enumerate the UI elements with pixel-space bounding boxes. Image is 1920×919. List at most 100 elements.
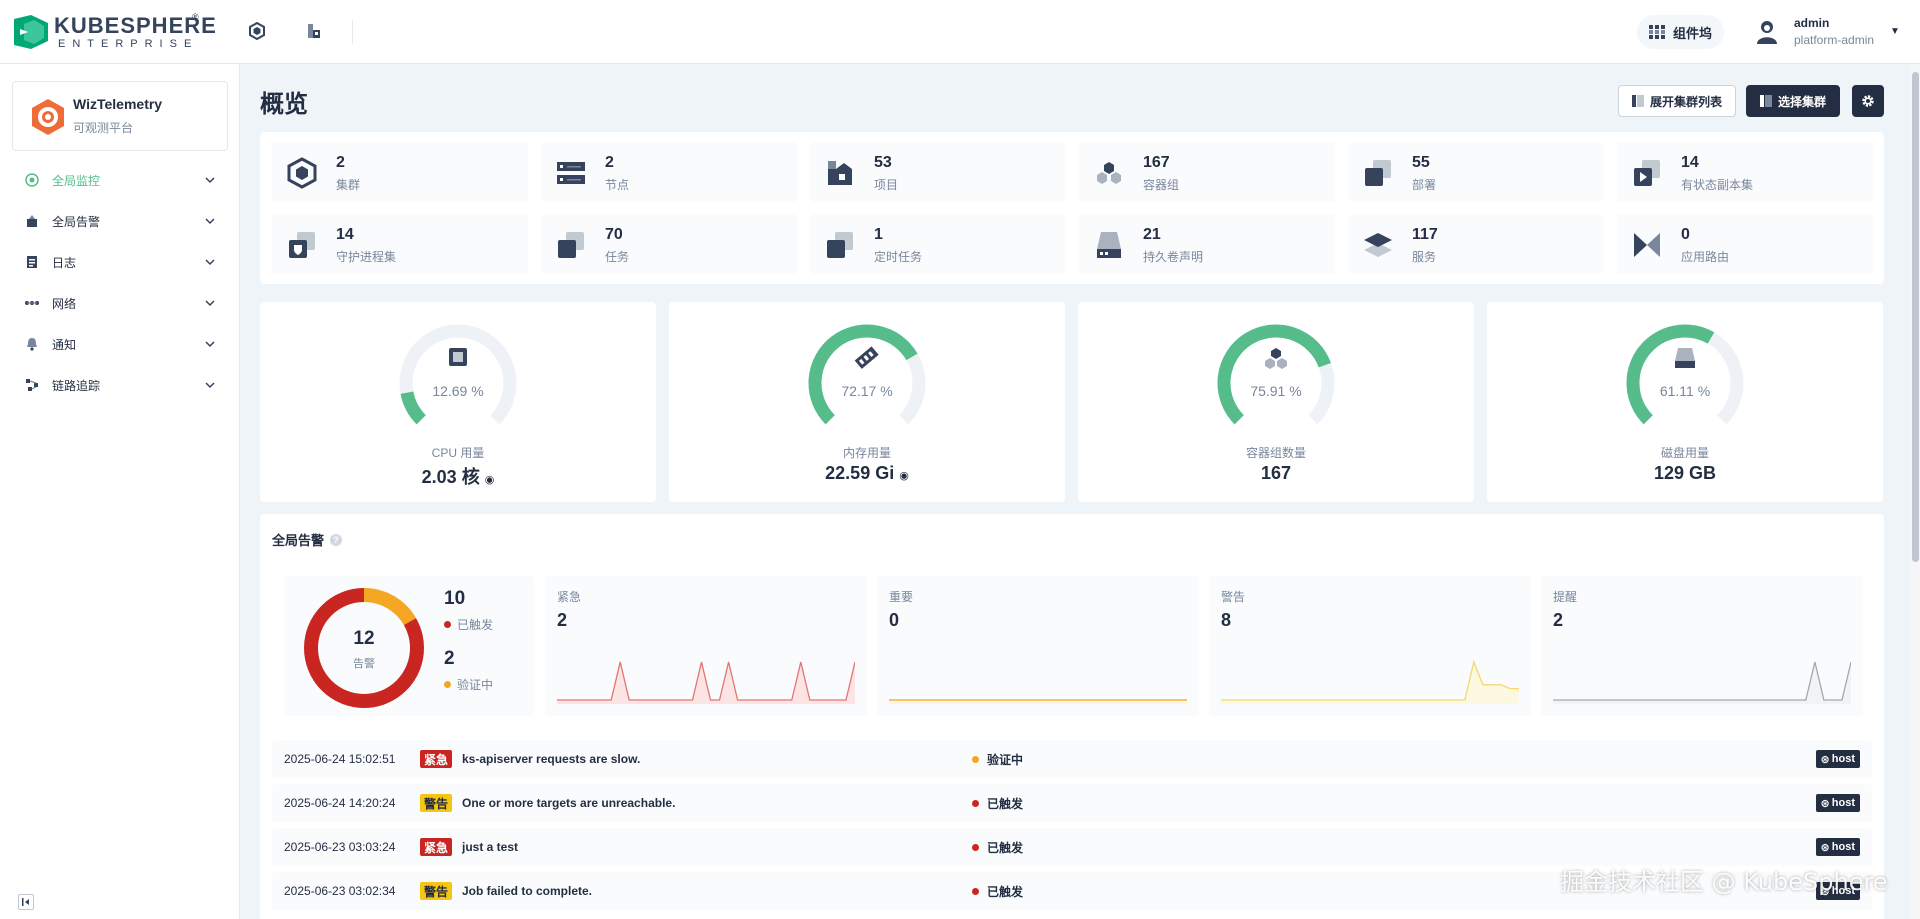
kubesphere-logo[interactable]: KUBESPHERE ® ENTERPRISE xyxy=(14,12,216,52)
app-card[interactable]: WizTelemetry 可观测平台 xyxy=(12,81,228,151)
node-icon xyxy=(557,162,585,184)
alert-row[interactable]: 2025-06-23 03:03:24 紧急 just a test 已触发 ⊛… xyxy=(272,828,1872,866)
resource-label: 任务 xyxy=(605,250,630,264)
resource-item-daemonsets[interactable]: 14 守护进程集 xyxy=(272,214,528,274)
chevron-down-icon xyxy=(205,218,215,225)
resource-count: 1 xyxy=(874,226,883,243)
severity-name: 警告 xyxy=(1221,590,1246,604)
severity-sparkline xyxy=(1221,659,1519,704)
severity-card-critical[interactable]: 紧急 2 xyxy=(545,576,867,716)
log-icon xyxy=(24,254,40,270)
alert-level-badge: 紧急 xyxy=(420,750,453,768)
resource-item-services[interactable]: 117 服务 xyxy=(1348,214,1604,274)
select-cluster-button[interactable]: 选择集群 xyxy=(1746,85,1840,117)
cluster-tag[interactable]: ⊛ host xyxy=(1815,750,1860,768)
chevron-down-icon xyxy=(205,259,215,266)
alert-time: 2025-06-24 14:20:24 xyxy=(284,796,396,810)
resource-item-deployments[interactable]: 55 部署 xyxy=(1348,142,1604,202)
cluster-tag[interactable]: ⊛ host xyxy=(1815,794,1860,812)
user-name: admin xyxy=(1794,16,1830,30)
cluster-tag[interactable]: ⊛ host xyxy=(1815,838,1860,856)
memory-gauge: 72.17 % xyxy=(808,324,926,425)
deployment-icon xyxy=(1365,160,1391,186)
pending-label: 验证中 xyxy=(457,678,494,692)
severity-card-major[interactable]: 重要 0 xyxy=(877,576,1199,716)
cluster-icon: ⊛ xyxy=(1820,797,1830,810)
alert-state: 已触发 xyxy=(972,883,1023,900)
scrollbar-thumb[interactable] xyxy=(1912,72,1919,562)
alert-state-text: 已触发 xyxy=(987,884,1024,899)
pvc-icon xyxy=(1097,232,1121,258)
alert-time: 2025-06-23 03:03:24 xyxy=(284,840,396,854)
resource-item-cronjobs[interactable]: 1 定时任务 xyxy=(810,214,1066,274)
app-desc: 可观测平台 xyxy=(73,121,134,135)
sidebar-item-logs[interactable]: 日志 xyxy=(24,247,216,277)
resource-count: 2 xyxy=(605,154,614,171)
severity-sparkline xyxy=(889,699,1187,704)
severity-sparkline xyxy=(1553,661,1851,704)
gauge-label: 磁盘用量 xyxy=(1660,446,1709,460)
firing-legend: 已触发 xyxy=(444,616,493,633)
severity-card-warning[interactable]: 警告 8 xyxy=(1209,576,1531,716)
alert-state-text: 已触发 xyxy=(987,796,1024,811)
resource-item-clusters[interactable]: 2 集群 xyxy=(272,142,528,202)
resource-item-projects[interactable]: 53 项目 xyxy=(810,142,1066,202)
help-icon[interactable]: ? xyxy=(330,533,343,546)
sidebar-item-label: 链路追踪 xyxy=(52,378,101,393)
pending-legend: 验证中 xyxy=(444,676,493,693)
workspace-nav-icon[interactable] xyxy=(303,20,325,42)
alert-summary-box: 12 告警 10 已触发 2 验证中 xyxy=(284,576,534,716)
gauge-value-arc xyxy=(808,324,918,425)
resource-item-ingresses[interactable]: 0 应用路由 xyxy=(1617,214,1873,274)
state-dot xyxy=(972,799,979,807)
component-dock-button[interactable]: 组件坞 xyxy=(1637,15,1725,49)
resource-label: 容器组 xyxy=(1143,178,1180,192)
sidebar-item-label: 全局告警 xyxy=(52,214,101,229)
alert-time: 2025-06-24 15:02:51 xyxy=(284,752,396,766)
resource-count: 0 xyxy=(1681,226,1690,243)
alert-row[interactable]: 2025-06-24 14:20:24 警告 One or more targe… xyxy=(272,784,1872,822)
project-icon xyxy=(828,161,852,185)
daemonset-icon xyxy=(289,232,315,258)
sidebar-panel-icon xyxy=(1631,95,1644,107)
severity-count: 2 xyxy=(557,610,568,630)
tracing-icon xyxy=(24,377,40,393)
cluster-nav-icon[interactable] xyxy=(246,20,268,42)
alert-total: 12 xyxy=(353,628,375,649)
sidebar-item-network[interactable]: 网络 xyxy=(24,288,216,318)
resource-item-jobs[interactable]: 70 任务 xyxy=(541,214,797,274)
grid-icon xyxy=(1649,25,1665,39)
sidebar-item-tracing[interactable]: 链路追踪 xyxy=(24,370,216,400)
collapse-sidebar-button[interactable] xyxy=(18,894,34,910)
gauge-value: 22.59 Gi ◉ xyxy=(669,463,1065,484)
sidebar-item-notification[interactable]: 通知 xyxy=(24,329,216,359)
sidebar-item-global-monitoring[interactable]: 全局监控 xyxy=(24,165,216,195)
state-dot xyxy=(972,843,979,851)
sidebar-item-global-alerts[interactable]: 全局告警 xyxy=(24,206,216,236)
expand-cluster-list-label: 展开集群列表 xyxy=(1649,94,1722,109)
state-dot xyxy=(972,887,979,895)
alert-rules-icon xyxy=(24,213,40,229)
firing-dot xyxy=(444,621,451,628)
resource-label: 集群 xyxy=(336,178,361,192)
firing-label: 已触发 xyxy=(457,618,494,632)
cluster-tag-text: host xyxy=(1831,753,1855,765)
resource-item-statefulsets[interactable]: 14 有状态副本集 xyxy=(1617,142,1873,202)
expand-cluster-list-button[interactable]: 展开集群列表 xyxy=(1618,85,1736,117)
resource-item-pods[interactable]: 167 容器组 xyxy=(1079,142,1335,202)
sidebar: WizTelemetry 可观测平台 全局监控 全局告警 日志 网络 通知 链路… xyxy=(0,64,240,919)
sidebar-item-label: 网络 xyxy=(52,296,77,311)
sidebar-item-label: 日志 xyxy=(52,255,77,270)
alert-row[interactable]: 2025-06-24 15:02:51 紧急 ks-apiserver requ… xyxy=(272,740,1872,778)
severity-card-info[interactable]: 提醒 2 xyxy=(1541,576,1863,716)
user-menu[interactable]: admin platform-admin ▼ xyxy=(1750,12,1910,52)
resource-label: 定时任务 xyxy=(874,250,923,264)
resource-item-nodes[interactable]: 2 节点 xyxy=(541,142,797,202)
settings-button[interactable] xyxy=(1852,85,1884,117)
gauge-value-arc xyxy=(1217,324,1331,425)
alert-state: 验证中 xyxy=(972,751,1023,768)
eye-icon[interactable]: ◉ xyxy=(485,474,495,486)
eye-icon[interactable]: ◉ xyxy=(899,470,909,482)
resource-item-pvcs[interactable]: 21 持久卷声明 xyxy=(1079,214,1335,274)
resource-count: 21 xyxy=(1143,226,1161,243)
